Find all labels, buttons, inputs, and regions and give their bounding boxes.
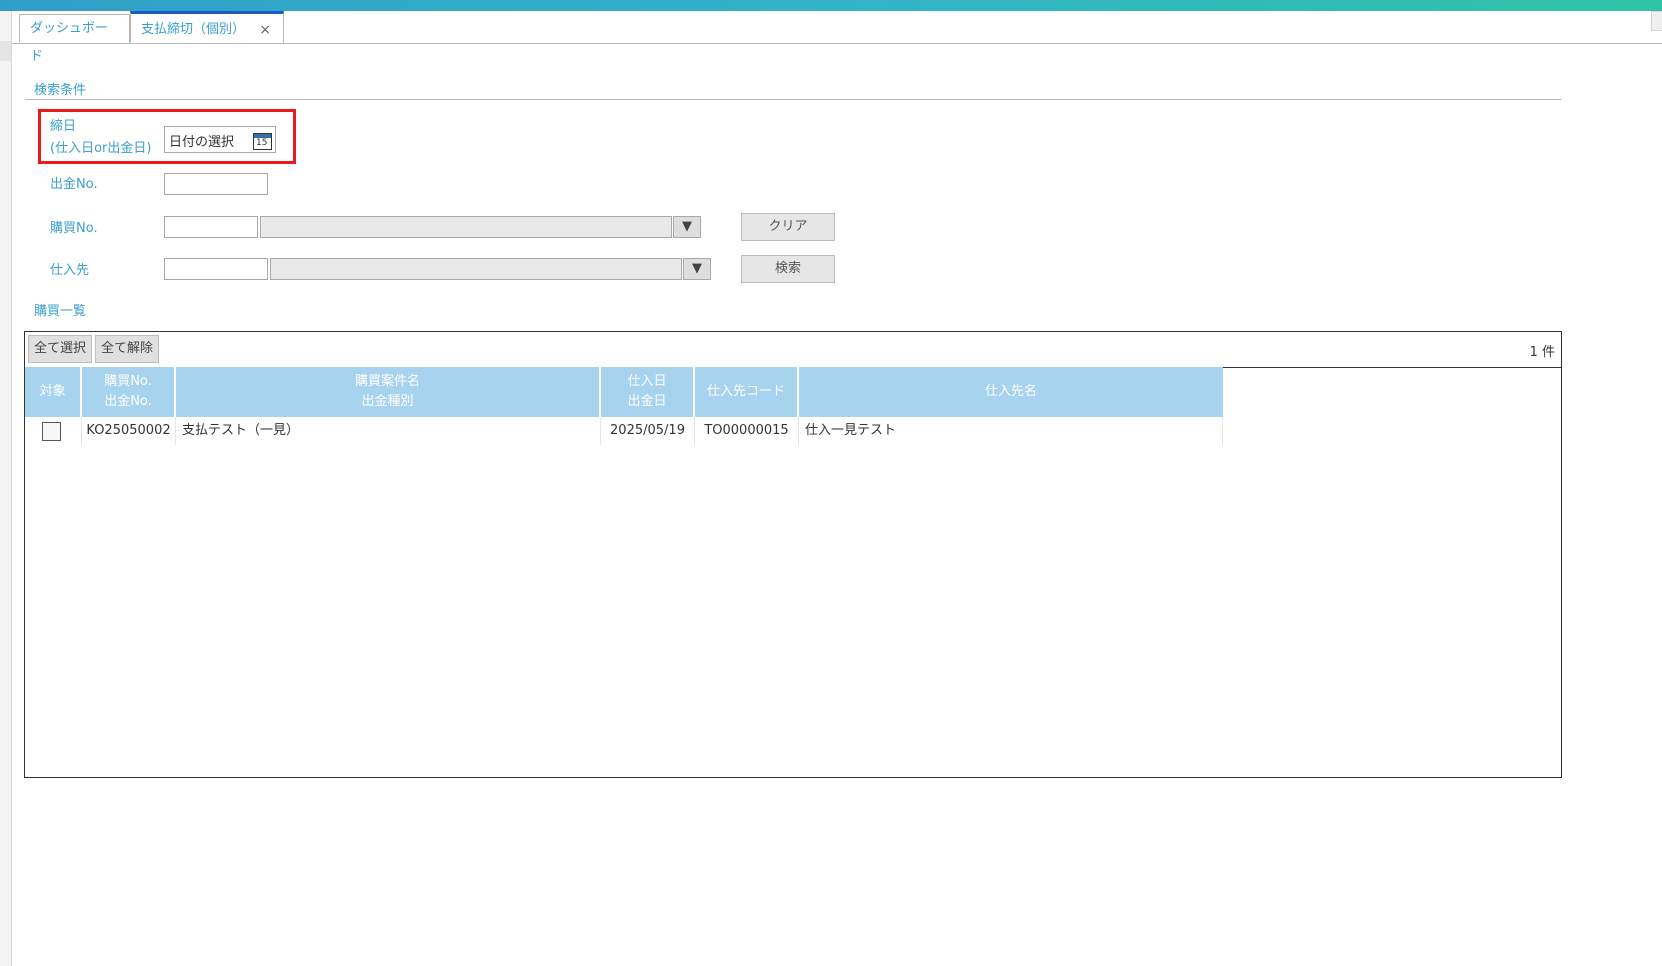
row-checkbox[interactable] <box>42 422 61 441</box>
calendar-icon[interactable]: 15 <box>253 133 272 150</box>
clear-button[interactable]: クリア <box>741 213 835 241</box>
supplier-code-input[interactable] <box>164 258 268 280</box>
column-header-supplier-name[interactable]: 仕入先名 <box>799 367 1223 417</box>
closing-date-label: 締日 <box>50 119 77 134</box>
search-section-title: 検索条件 <box>34 83 87 98</box>
tab-dashboard[interactable]: ダッシュボード <box>19 14 130 64</box>
tab-bar: ダッシュボード 支払締切（個別） × <box>12 11 1662 64</box>
column-header-target[interactable]: 対象 <box>25 367 82 417</box>
supplier-select[interactable] <box>270 258 682 280</box>
grid-toolbar: 全て選択 全て解除 1 件 <box>25 332 1561 368</box>
search-button[interactable]: 検索 <box>741 255 835 283</box>
purchase-dropdown-button[interactable]: ▼ <box>673 216 701 238</box>
payment-no-label: 出金No. <box>50 177 98 192</box>
cell-supplier-code: TO00000015 <box>695 417 799 445</box>
left-sidebar-edge[interactable] <box>0 11 12 966</box>
tab-payment-closing[interactable]: 支払締切（個別） × <box>130 11 284 43</box>
purchase-no-input[interactable] <box>164 216 258 238</box>
top-accent-bar <box>0 0 1662 11</box>
column-header-project-name[interactable]: 購買案件名 出金種別 <box>176 367 601 417</box>
result-count: 1 件 <box>1529 345 1555 360</box>
list-section-title: 購買一覧 <box>34 304 87 319</box>
select-all-button[interactable]: 全て選択 <box>28 335 92 363</box>
purchase-no-label: 購買No. <box>50 221 98 236</box>
column-header-supplier-code[interactable]: 仕入先コード <box>695 367 799 417</box>
tab-label: ダッシュボード <box>30 21 109 64</box>
sidebar-toggle-handle[interactable] <box>0 41 11 61</box>
column-header-date[interactable]: 仕入日 出金日 <box>601 367 695 417</box>
supplier-label: 仕入先 <box>50 263 90 278</box>
closing-date-sublabel: (仕入日or出金日) <box>50 141 152 156</box>
date-placeholder: 日付の選択 <box>169 135 235 150</box>
purchase-grid: 全て選択 全て解除 1 件 対象 購買No. 出金No. 購買案件名 出金種別 … <box>24 331 1562 778</box>
cell-supplier-name: 仕入一見テスト <box>799 417 1223 445</box>
purchase-no-select[interactable] <box>260 216 672 238</box>
close-icon[interactable]: × <box>259 14 271 46</box>
calendar-day: 15 <box>256 138 268 148</box>
section-divider <box>25 99 1562 100</box>
cell-purchase-no: KO25050002 <box>82 417 176 445</box>
supplier-dropdown-button[interactable]: ▼ <box>683 258 711 280</box>
deselect-all-button[interactable]: 全て解除 <box>95 335 159 363</box>
cell-date: 2025/05/19 <box>601 417 695 445</box>
column-header-purchase-no[interactable]: 購買No. 出金No. <box>82 367 176 417</box>
cell-project-name: 支払テスト（一見） <box>176 417 601 445</box>
payment-no-input[interactable] <box>164 173 268 195</box>
tab-label: 支払締切（個別） <box>141 22 246 37</box>
